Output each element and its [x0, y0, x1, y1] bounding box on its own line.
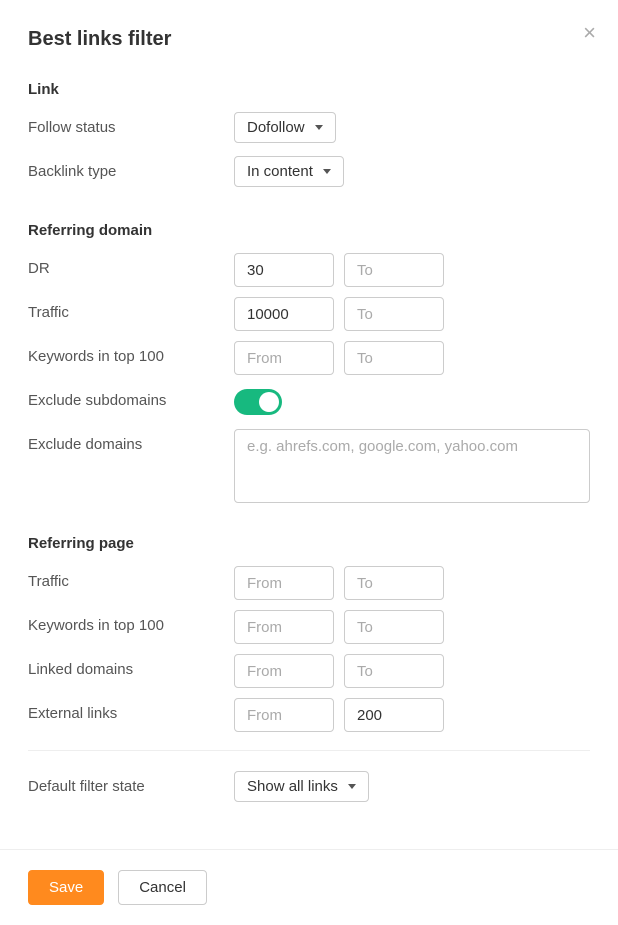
modal-footer: Save Cancel: [0, 849, 618, 925]
ref-page-kw-label: Keywords in top 100: [28, 610, 234, 634]
section-referring-page: Referring page Traffic Keywords in top 1…: [28, 535, 590, 732]
ref-domain-kw-to-input[interactable]: [344, 341, 444, 375]
default-filter-label: Default filter state: [28, 771, 234, 795]
filter-modal: × Best links filter Link Follow status D…: [0, 0, 618, 805]
row-follow-status: Follow status Dofollow: [28, 112, 590, 146]
modal-title: Best links filter: [28, 28, 590, 51]
default-filter-value: Show all links: [247, 778, 338, 795]
follow-status-label: Follow status: [28, 112, 234, 136]
row-exclude-domains: Exclude domains: [28, 429, 590, 503]
dr-to-input[interactable]: [344, 253, 444, 287]
row-backlink-type: Backlink type In content: [28, 156, 590, 190]
row-ref-page-traffic: Traffic: [28, 566, 590, 600]
follow-status-value: Dofollow: [247, 119, 305, 136]
external-links-to-input[interactable]: [344, 698, 444, 732]
section-link: Link Follow status Dofollow Backlink typ…: [28, 81, 590, 190]
external-links-label: External links: [28, 698, 234, 722]
backlink-type-label: Backlink type: [28, 156, 234, 180]
close-button[interactable]: ×: [583, 22, 596, 44]
chevron-down-icon: [315, 125, 323, 130]
ref-page-kw-from-input[interactable]: [234, 610, 334, 644]
row-linked-domains: Linked domains: [28, 654, 590, 688]
chevron-down-icon: [323, 169, 331, 174]
row-ref-domain-traffic: Traffic: [28, 297, 590, 331]
linked-domains-label: Linked domains: [28, 654, 234, 678]
exclude-domains-input[interactable]: [234, 429, 590, 503]
exclude-subdomains-label: Exclude subdomains: [28, 385, 234, 409]
row-dr: DR: [28, 253, 590, 287]
row-ref-domain-kw: Keywords in top 100: [28, 341, 590, 375]
close-icon: ×: [583, 20, 596, 45]
follow-status-select[interactable]: Dofollow: [234, 112, 336, 143]
exclude-subdomains-toggle[interactable]: [234, 389, 282, 415]
chevron-down-icon: [348, 784, 356, 789]
row-default-filter: Default filter state Show all links: [28, 771, 590, 805]
dr-label: DR: [28, 253, 234, 277]
linked-domains-from-input[interactable]: [234, 654, 334, 688]
cancel-button[interactable]: Cancel: [118, 870, 207, 905]
dr-from-input[interactable]: [234, 253, 334, 287]
section-heading-ref-domain: Referring domain: [28, 222, 590, 239]
ref-domain-kw-label: Keywords in top 100: [28, 341, 234, 365]
row-external-links: External links: [28, 698, 590, 732]
save-button[interactable]: Save: [28, 870, 104, 905]
ref-page-kw-to-input[interactable]: [344, 610, 444, 644]
backlink-type-value: In content: [247, 163, 313, 180]
row-ref-page-kw: Keywords in top 100: [28, 610, 590, 644]
default-filter-select[interactable]: Show all links: [234, 771, 369, 802]
ref-domain-traffic-to-input[interactable]: [344, 297, 444, 331]
external-links-from-input[interactable]: [234, 698, 334, 732]
ref-domain-traffic-label: Traffic: [28, 297, 234, 321]
ref-domain-traffic-from-input[interactable]: [234, 297, 334, 331]
ref-page-traffic-to-input[interactable]: [344, 566, 444, 600]
linked-domains-to-input[interactable]: [344, 654, 444, 688]
ref-page-traffic-label: Traffic: [28, 566, 234, 590]
ref-domain-kw-from-input[interactable]: [234, 341, 334, 375]
section-referring-domain: Referring domain DR Traffic Keywords in …: [28, 222, 590, 503]
toggle-knob: [259, 392, 279, 412]
section-heading-link: Link: [28, 81, 590, 98]
section-heading-ref-page: Referring page: [28, 535, 590, 552]
ref-page-traffic-from-input[interactable]: [234, 566, 334, 600]
exclude-domains-label: Exclude domains: [28, 429, 234, 453]
row-exclude-subdomains: Exclude subdomains: [28, 385, 590, 419]
backlink-type-select[interactable]: In content: [234, 156, 344, 187]
divider: [28, 750, 590, 751]
